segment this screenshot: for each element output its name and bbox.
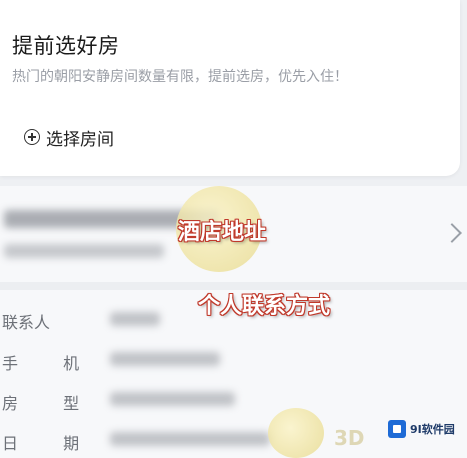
plus-circle-icon <box>24 129 40 145</box>
pre-select-room-card: 提前选好房 热门的朝阳安静房间数量有限，提前选房，优先入住！ 选择房间 <box>0 0 460 176</box>
site-badge-text: 9I软件园 <box>410 423 455 436</box>
date-value-redacted <box>110 432 270 446</box>
phone-value-redacted <box>110 352 220 366</box>
site-badge: 9I软件园 <box>388 418 455 440</box>
room-type-value-redacted <box>110 392 235 406</box>
hotel-address-redacted <box>4 244 164 258</box>
card-title: 提前选好房 <box>12 34 120 58</box>
phone-label: 手 机 <box>2 354 100 373</box>
contact-label: 联系人 <box>2 313 51 332</box>
watermark-mascot-small <box>268 408 324 458</box>
site-logo-icon <box>388 420 406 438</box>
watermark-text: 3D <box>334 426 365 450</box>
hotel-address-annotation: 酒店地址 <box>178 219 267 245</box>
select-room-button[interactable]: 选择房间 <box>24 124 114 150</box>
select-room-label: 选择房间 <box>46 129 114 150</box>
room-type-label: 房 型 <box>2 394 100 413</box>
card-subtitle: 热门的朝阳安静房间数量有限，提前选房，优先入住！ <box>12 69 348 85</box>
date-label: 日 期 <box>2 434 100 453</box>
contact-info-annotation: 个人联系方式 <box>198 293 331 319</box>
contact-value-redacted <box>110 312 160 326</box>
